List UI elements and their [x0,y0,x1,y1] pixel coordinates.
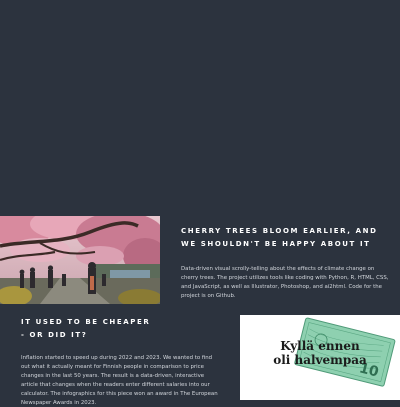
project-title-line-2: WE SHOULDN'T BE HAPPY ABOUT IT [181,240,371,248]
project-description-text: Inflation started to speed up during 202… [21,355,218,406]
cherry-trees-photo-art [0,216,160,304]
project-description: Data-driven visual scrolly-telling about… [181,265,391,301]
image-headline: Kyllä ennen oli halvempaa [240,339,400,367]
inflation-article-image[interactable]: 10 Kyllä ennen oli halvempaa [240,315,400,400]
project-description: Inflation started to speed up during 202… [21,354,221,407]
project-title[interactable]: IT USED TO BE CHEAPER - OR DID IT? [21,316,221,342]
project-title[interactable]: CHERRY TREES BLOOM EARLIER, AND WE SHOUL… [181,225,391,251]
image-headline-line-2: oli halvempaa [273,353,367,367]
project-inflation: IT USED TO BE CHEAPER - OR DID IT? Infla… [21,316,221,407]
project-title-line-1: IT USED TO BE CHEAPER [21,318,151,326]
project-cherry-trees: CHERRY TREES BLOOM EARLIER, AND WE SHOUL… [181,225,391,301]
cherry-trees-photo[interactable] [0,216,160,304]
project-title-line-2: - OR DID IT? [21,331,88,339]
project-title-line-1: CHERRY TREES BLOOM EARLIER, AND [181,227,378,235]
image-headline-line-1: Kyllä ennen [280,339,360,353]
